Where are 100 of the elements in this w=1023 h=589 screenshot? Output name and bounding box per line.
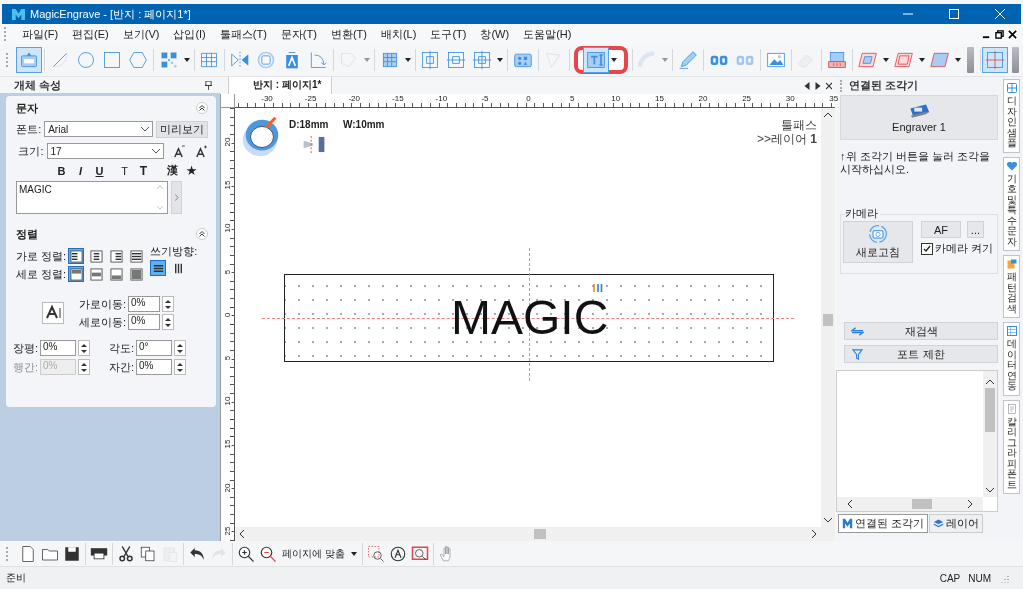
format-button[interactable]: ★ [184, 163, 199, 178]
ruler-label: -5 [481, 94, 489, 103]
vertical-scrollbar[interactable] [821, 108, 835, 527]
number-field[interactable]: 0% [136, 359, 172, 375]
number-field[interactable]: 0% [128, 314, 160, 330]
logo-icon [842, 518, 853, 529]
decrease-font-icon[interactable] [173, 144, 187, 158]
collapse-icon[interactable] [196, 228, 208, 240]
horizontal-scrollbar[interactable] [837, 497, 983, 511]
menu-item[interactable]: 편집(E) [65, 26, 116, 42]
format-button[interactable]: 漢 [165, 163, 180, 178]
menu-item[interactable]: 삽입(I) [166, 26, 213, 42]
side-tab[interactable]: 디자인 샘플 [1003, 79, 1020, 153]
section-title: 정렬 [16, 226, 38, 242]
menu-item[interactable]: 창(W) [473, 26, 517, 42]
spin-button[interactable] [174, 359, 186, 375]
zoom-dropdown[interactable]: 페이지에 맞춤 [279, 544, 360, 563]
spin-button[interactable] [78, 340, 90, 356]
ruler-label: 15 [654, 94, 664, 103]
ruler-label: -10 [435, 94, 448, 103]
format-button[interactable]: B [54, 163, 69, 178]
menu-item[interactable]: 문자(T) [273, 26, 324, 42]
maximize-icon[interactable] [949, 9, 959, 19]
number-field[interactable]: 0° [136, 340, 172, 356]
window-title: MagicEngrave - [반지 : 페이지1*] [30, 6, 191, 22]
menu-item[interactable]: 변환(T) [323, 26, 374, 42]
preview-button[interactable]: 미리보기 [156, 120, 208, 138]
scroll-right-icon[interactable] [812, 530, 817, 538]
status-text: 준비 [6, 571, 26, 585]
scroll-down-icon[interactable] [986, 488, 994, 493]
column-marks-icon [593, 284, 603, 292]
engraver-button[interactable]: Engraver 1 [840, 95, 998, 140]
rescan-button[interactable]: 재검색 [844, 322, 998, 340]
format-button[interactable]: T [136, 163, 151, 178]
engraving-text[interactable]: MAGIC [451, 291, 609, 345]
scroll-down-icon[interactable] [824, 518, 832, 523]
scroll-left-icon[interactable] [804, 82, 810, 90]
scroll-thumb[interactable] [534, 529, 546, 539]
scroll-thumb[interactable] [912, 499, 932, 509]
vertical-scrollbar[interactable] [983, 371, 997, 497]
increase-font-icon[interactable] [195, 144, 208, 158]
resize-grip-icon[interactable] [999, 573, 1009, 583]
scroll-left-icon[interactable] [847, 500, 852, 508]
overflow-button[interactable] [1012, 47, 1020, 73]
checkbox[interactable] [920, 242, 933, 255]
menu-item[interactable]: 도구(T) [423, 26, 474, 42]
up-arrow-icon [177, 342, 183, 347]
ruler-label: 5 [569, 94, 575, 103]
align-option[interactable] [108, 248, 125, 264]
ruler-label: 20 [698, 94, 708, 103]
close-icon[interactable] [826, 82, 832, 90]
spin-button[interactable] [162, 296, 174, 312]
scroll-up-icon[interactable] [986, 379, 994, 384]
spin-button[interactable] [78, 359, 90, 375]
scroll-thumb[interactable] [985, 388, 995, 432]
restore-icon[interactable] [995, 29, 1004, 39]
parallelogram-icon [930, 50, 950, 70]
horizontal-scrollbar[interactable] [235, 527, 821, 541]
diameter-label: D:18mm [289, 119, 329, 130]
menu-item[interactable]: 파일(F) [15, 26, 66, 42]
scroll-right-icon[interactable] [815, 82, 821, 90]
close-icon[interactable] [1008, 29, 1017, 39]
menu-item[interactable]: 도움말(H) [516, 26, 579, 42]
format-button[interactable]: U [92, 163, 107, 178]
size-dropdown[interactable]: 17 [46, 143, 165, 159]
font-dropdown[interactable]: Arial [44, 121, 153, 137]
scroll-thumb[interactable] [823, 314, 833, 326]
double-frame-icon [894, 50, 914, 70]
panel-tab[interactable]: 연결된 조각기 [838, 514, 929, 533]
refresh-button[interactable]: 새로고침 [843, 221, 913, 263]
menu-item[interactable]: 배치(L) [373, 26, 424, 42]
horizontal-writing-option[interactable] [150, 260, 167, 276]
collapse-icon[interactable] [196, 102, 208, 114]
number-field[interactable]: 0% [40, 340, 76, 356]
side-tab[interactable]: 칼리그라피 폰트 [1003, 399, 1020, 494]
scroll-right-icon[interactable] [968, 500, 973, 508]
menu-item[interactable]: 툴패스(T) [212, 26, 274, 42]
align-option[interactable] [68, 248, 85, 264]
side-tab[interactable]: 데이터 연동 [1003, 322, 1020, 396]
ruler-label: 10 [611, 94, 621, 103]
panel-tab[interactable]: 레이어 [929, 514, 984, 533]
format-button[interactable]: T [117, 163, 132, 178]
number-field[interactable]: 0% [128, 296, 160, 312]
spin-button[interactable] [162, 314, 174, 330]
side-tab[interactable]: 패턴 검색 [1003, 255, 1020, 318]
field-label: 쓰기방향: [150, 244, 198, 259]
align-option[interactable] [88, 248, 105, 264]
align-center-icon [420, 50, 441, 70]
port-filter-button[interactable]: 포트 제한 [844, 345, 998, 363]
scroll-up-icon[interactable] [824, 112, 832, 117]
spin-button[interactable] [174, 340, 186, 356]
align-option[interactable] [128, 248, 145, 264]
pin-icon[interactable] [205, 80, 212, 90]
scroll-left-icon[interactable] [239, 530, 244, 538]
side-tab[interactable]: 기호 및 특수문자 [1003, 156, 1020, 251]
more-button[interactable]: ... [966, 221, 984, 238]
field-label: 가로 정렬: [16, 248, 67, 264]
af-button[interactable]: AF [920, 221, 961, 238]
menu-item[interactable]: 보기(V) [115, 26, 167, 42]
format-button[interactable]: I [73, 163, 88, 178]
